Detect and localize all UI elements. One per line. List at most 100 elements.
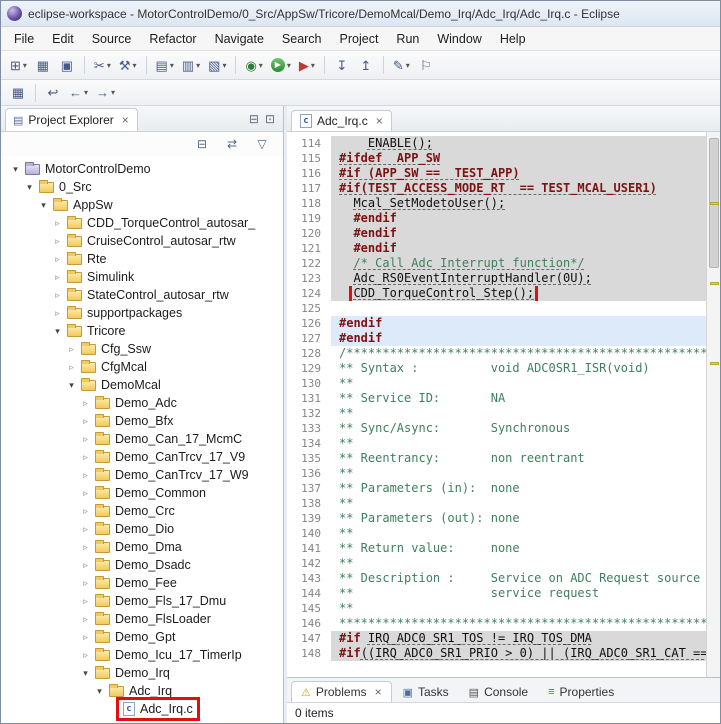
code-line-127[interactable]: 127#endif — [287, 331, 720, 346]
tree-item-demo-cantrcv-17-v9[interactable]: ▹Demo_CanTrcv_17_V9 — [1, 448, 283, 466]
tree-item-0-src[interactable]: ▾0_Src — [1, 178, 283, 196]
code-line-120[interactable]: 120 #endif — [287, 226, 720, 241]
close-icon[interactable]: × — [375, 685, 382, 699]
menu-run[interactable]: Run — [387, 29, 428, 49]
new-c-file-button[interactable]: ▤▾ — [153, 54, 177, 76]
tree-expand-icon[interactable]: ▹ — [79, 614, 92, 625]
debug-button[interactable]: ◉▾ — [242, 54, 265, 76]
tree-expand-icon[interactable]: ▹ — [51, 254, 64, 265]
code-line-143[interactable]: 143** Description : Service on ADC Reque… — [287, 571, 720, 586]
tab-properties[interactable]: ≡Properties — [539, 682, 623, 702]
link-with-editor-button[interactable]: ⇄ — [221, 133, 243, 155]
code-line-144[interactable]: 144** service request — [287, 586, 720, 601]
open-element-button[interactable]: ▧▾ — [205, 54, 229, 76]
annotate-button[interactable]: ✎▾ — [390, 54, 413, 76]
editor-scrollbar[interactable] — [706, 132, 720, 677]
tab-tasks[interactable]: ▣Tasks — [394, 682, 458, 702]
tree-item-demo-fls-17-dmu[interactable]: ▹Demo_Fls_17_Dmu — [1, 592, 283, 610]
code-line-133[interactable]: 133** Sync/Async: Synchronous — [287, 421, 720, 436]
tree-collapse-icon[interactable]: ▾ — [51, 326, 64, 337]
tree-expand-icon[interactable]: ▹ — [79, 506, 92, 517]
code-line-134[interactable]: 134** — [287, 436, 720, 451]
last-edit-location-button[interactable]: ↩ — [42, 82, 64, 104]
code-line-125[interactable]: 125 — [287, 301, 720, 316]
tree-expand-icon[interactable]: ▹ — [79, 398, 92, 409]
build-all-button[interactable]: ⚒▾ — [116, 54, 140, 76]
menu-refactor[interactable]: Refactor — [140, 29, 205, 49]
menu-edit[interactable]: Edit — [43, 29, 83, 49]
tree-expand-icon[interactable]: ▹ — [79, 452, 92, 463]
tree-item-cfg-ssw[interactable]: ▹Cfg_Ssw — [1, 340, 283, 358]
tree-expand-icon[interactable]: ▹ — [51, 308, 64, 319]
code-line-123[interactable]: 123 Adc_RS0EventInterruptHandler(0U); — [287, 271, 720, 286]
code-line-117[interactable]: 117#if(TEST_ACCESS_MODE_RT == TEST_MCAL_… — [287, 181, 720, 196]
code-line-148[interactable]: 148#if((IRQ_ADC0_SR1_PRIO > 0) || (IRQ_A… — [287, 646, 720, 661]
back-button[interactable]: ←▾ — [66, 82, 91, 104]
code-line-119[interactable]: 119 #endif — [287, 211, 720, 226]
clean-tool-button[interactable]: ✂▾ — [91, 54, 114, 76]
code-line-142[interactable]: 142** — [287, 556, 720, 571]
tree-item-cfgmcal[interactable]: ▹CfgMcal — [1, 358, 283, 376]
tree-expand-icon[interactable]: ▹ — [51, 272, 64, 283]
menu-project[interactable]: Project — [331, 29, 388, 49]
code-line-136[interactable]: 136** — [287, 466, 720, 481]
code-line-122[interactable]: 122 /* Call Adc Interrupt function*/ — [287, 256, 720, 271]
tree-expand-icon[interactable]: ▹ — [79, 488, 92, 499]
menu-help[interactable]: Help — [491, 29, 535, 49]
tree-item-motorcontroldemo[interactable]: ▾MotorControlDemo — [1, 160, 283, 178]
tree-item-cdd-torquecontrol-autosar-[interactable]: ▹CDD_TorqueControl_autosar_ — [1, 214, 283, 232]
tree-expand-icon[interactable]: ▹ — [79, 524, 92, 535]
code-line-139[interactable]: 139** Parameters (out): none — [287, 511, 720, 526]
tree-item-statecontrol-autosar-rtw[interactable]: ▹StateControl_autosar_rtw — [1, 286, 283, 304]
code-line-126[interactable]: 126#endif — [287, 316, 720, 331]
code-line-137[interactable]: 137** Parameters (in): none — [287, 481, 720, 496]
tree-item-demo-crc[interactable]: ▹Demo_Crc — [1, 502, 283, 520]
new-wizard-button[interactable]: ⊞▾ — [7, 54, 30, 76]
tree-item-adc-irq-c[interactable]: Adc_Irq.c — [1, 700, 283, 718]
tree-collapse-icon[interactable]: ▾ — [79, 668, 92, 679]
tree-item-appsw[interactable]: ▾AppSw — [1, 196, 283, 214]
tree-expand-icon[interactable]: ▹ — [79, 560, 92, 571]
code-line-146[interactable]: 146*************************************… — [287, 616, 720, 631]
tree-item-demo-dma[interactable]: ▹Demo_Dma — [1, 538, 283, 556]
tree-expand-icon[interactable]: ▹ — [79, 434, 92, 445]
tree-item-demo-bfx[interactable]: ▹Demo_Bfx — [1, 412, 283, 430]
code-line-141[interactable]: 141** Return value: none — [287, 541, 720, 556]
save-button[interactable]: ▦ — [32, 54, 54, 76]
tree-item-demo-gpt[interactable]: ▹Demo_Gpt — [1, 628, 283, 646]
code-line-135[interactable]: 135** Reentrancy: non reentrant — [287, 451, 720, 466]
tab-project-explorer[interactable]: ▤ Project Explorer × — [5, 108, 138, 131]
close-icon[interactable]: × — [376, 114, 383, 128]
tree-item-cruisecontrol-autosar-rtw[interactable]: ▹CruiseControl_autosar_rtw — [1, 232, 283, 250]
code-line-130[interactable]: 130** — [287, 376, 720, 391]
tree-item-demo-fee[interactable]: ▹Demo_Fee — [1, 574, 283, 592]
tab-console[interactable]: ▤Console — [460, 682, 537, 702]
tree-expand-icon[interactable]: ▹ — [65, 362, 78, 373]
tree-expand-icon[interactable]: ▹ — [79, 470, 92, 481]
close-icon[interactable]: × — [122, 113, 129, 127]
tree-item-demo-icu-17-timerip[interactable]: ▹Demo_Icu_17_TimerIp — [1, 646, 283, 664]
code-line-116[interactable]: 116#if (APP_SW == TEST_APP) — [287, 166, 720, 181]
tree-expand-icon[interactable]: ▹ — [79, 650, 92, 661]
tree-item-demo-dsadc[interactable]: ▹Demo_Dsadc — [1, 556, 283, 574]
minimize-view-icon[interactable]: ⊟ — [249, 112, 259, 126]
menu-file[interactable]: File — [5, 29, 43, 49]
tree-item-demo-adc[interactable]: ▹Demo_Adc — [1, 394, 283, 412]
tree-item-demomcal[interactable]: ▾DemoMcal — [1, 376, 283, 394]
code-line-131[interactable]: 131** Service ID: NA — [287, 391, 720, 406]
code-line-132[interactable]: 132** — [287, 406, 720, 421]
code-line-118[interactable]: 118 Mcal_SetModetoUser(); — [287, 196, 720, 211]
tree-collapse-icon[interactable]: ▾ — [37, 200, 50, 211]
tree-item-simulink[interactable]: ▹Simulink — [1, 268, 283, 286]
import-button[interactable]: ↧ — [331, 54, 353, 76]
tree-collapse-icon[interactable]: ▾ — [93, 686, 106, 697]
code-line-121[interactable]: 121 #endif — [287, 241, 720, 256]
tree-expand-icon[interactable]: ▹ — [79, 596, 92, 607]
code-line-140[interactable]: 140** — [287, 526, 720, 541]
code-line-115[interactable]: 115#ifdef APP_SW — [287, 151, 720, 166]
tab-adc-irq-c[interactable]: Adc_Irq.c × — [291, 110, 392, 131]
tree-item-tricore[interactable]: ▾Tricore — [1, 322, 283, 340]
collapse-all-button[interactable]: ⊟ — [191, 133, 213, 155]
export-button[interactable]: ↥ — [355, 54, 377, 76]
code-line-138[interactable]: 138** — [287, 496, 720, 511]
